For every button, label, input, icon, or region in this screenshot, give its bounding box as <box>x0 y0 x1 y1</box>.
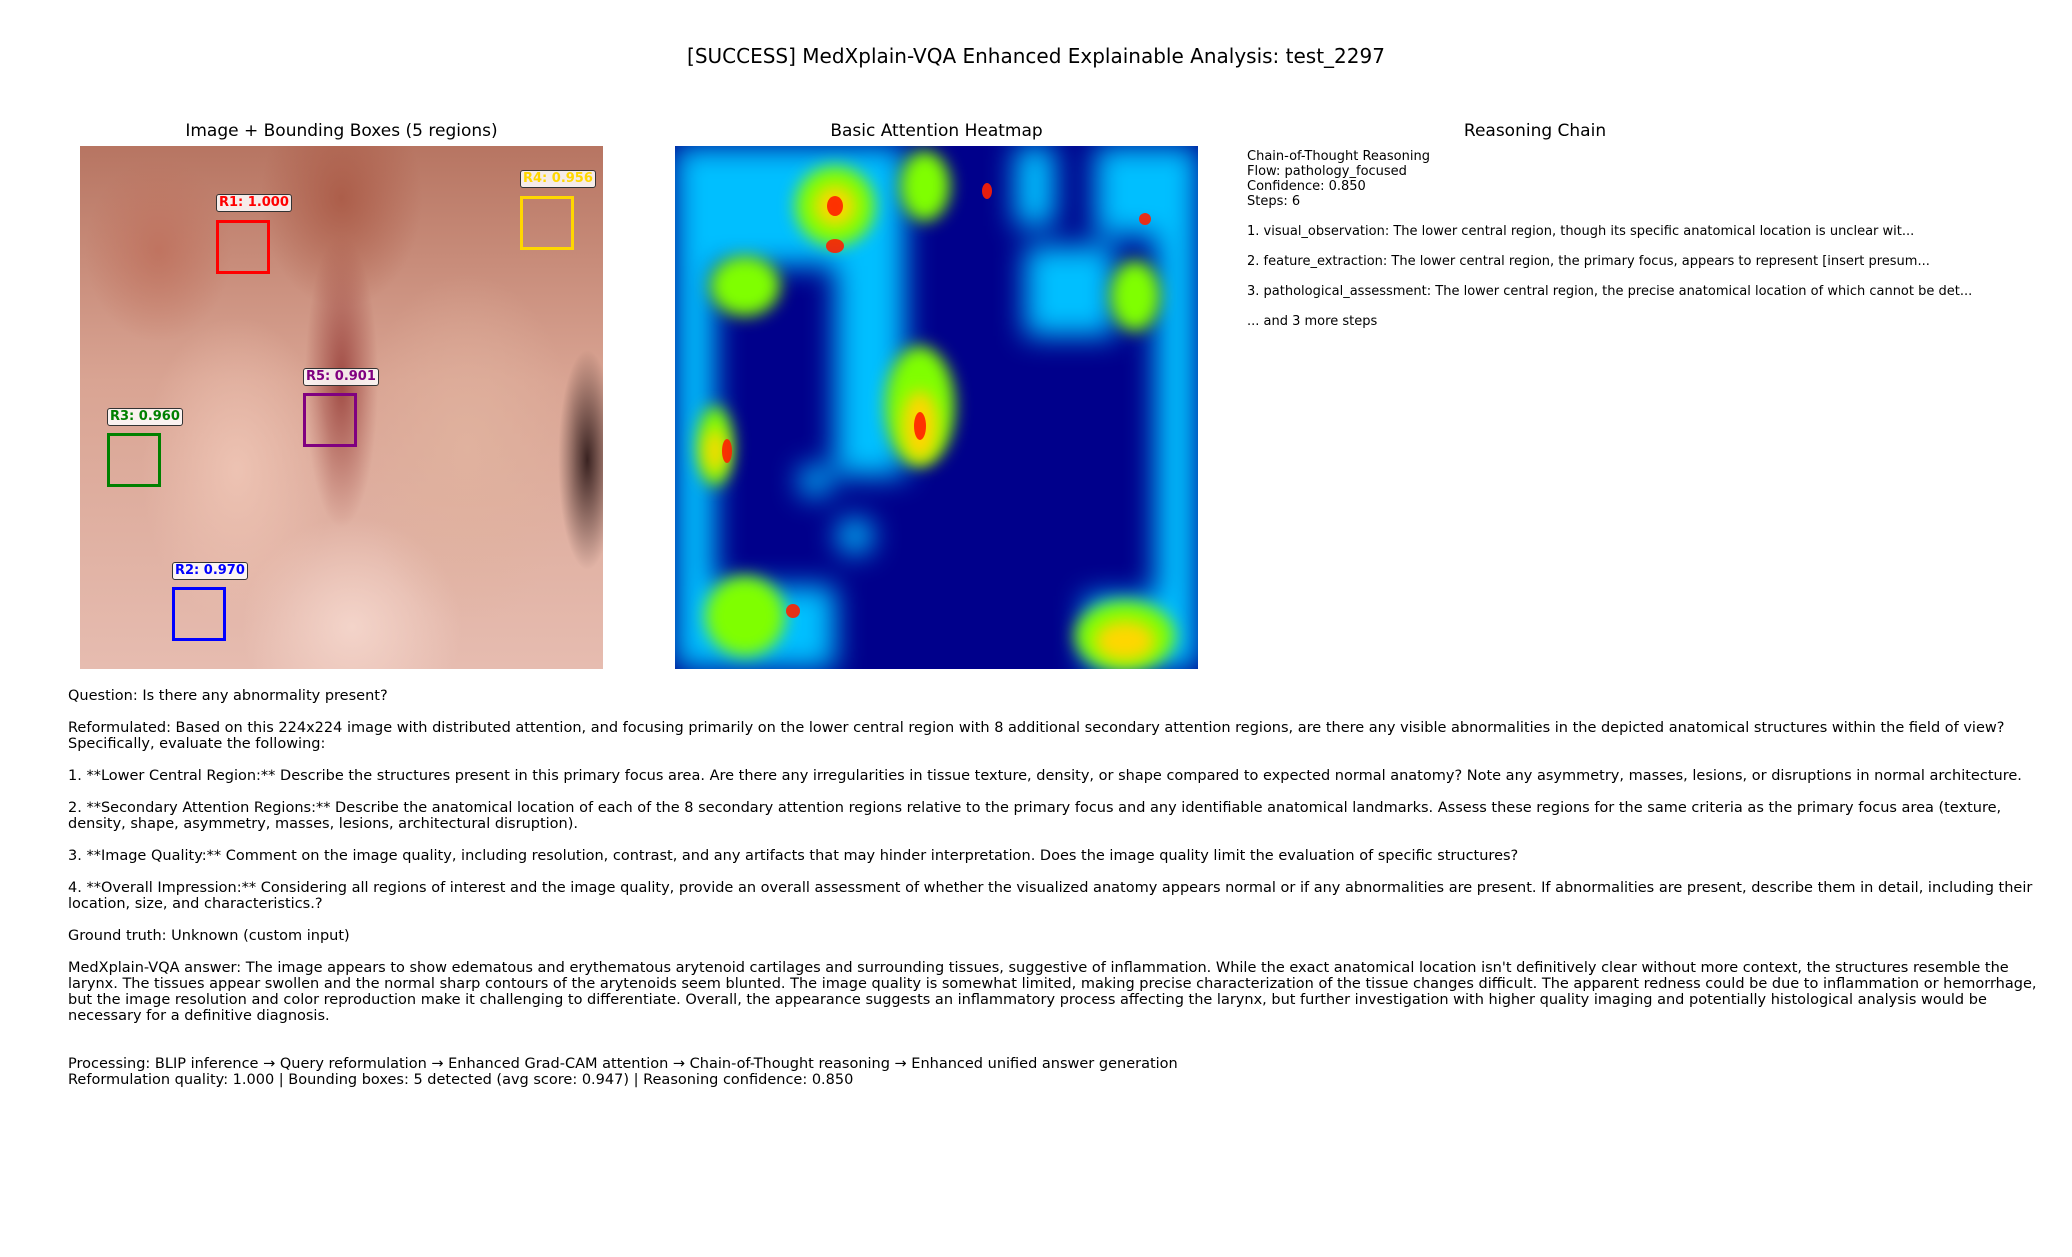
reasoning-more: ... and 3 more steps <box>1247 314 1378 329</box>
reasoning-flow: Flow: pathology_focused <box>1247 164 1407 179</box>
reasoning-steps: Steps: 6 <box>1247 194 1301 209</box>
point-4-text: 4. **Overall Impression:** Considering a… <box>68 880 2033 912</box>
answer-text: MedXplain-VQA answer: The image appears … <box>68 960 2037 1024</box>
heatmap-panel-title: Basic Attention Heatmap <box>830 121 1043 141</box>
bbox-r2 <box>172 587 226 641</box>
quality-text: Reformulation quality: 1.000 | Bounding … <box>68 1072 854 1088</box>
point-2-text: 2. **Secondary Attention Regions:** Desc… <box>68 800 2002 832</box>
bbox-r5 <box>303 393 357 447</box>
question-text: Question: Is there any abnormality prese… <box>68 688 388 704</box>
bbox-r4 <box>520 196 574 250</box>
bbox-r1-label: R1: 1.000 <box>216 194 292 212</box>
reasoning-step-2: 2. feature_extraction: The lower central… <box>1247 254 1930 269</box>
medical-image: R1: 1.000 R4: 0.956 R5: 0.901 R3: 0.960 … <box>80 146 603 669</box>
reasoning-step-1: 1. visual_observation: The lower central… <box>1247 224 1915 239</box>
reasoning-header: Chain-of-Thought Reasoning <box>1247 149 1430 164</box>
bbox-r5-label: R5: 0.901 <box>303 368 379 386</box>
point-1-text: 1. **Lower Central Region:** Describe th… <box>68 768 2022 784</box>
figure-title: [SUCCESS] MedXplain-VQA Enhanced Explain… <box>687 44 1385 68</box>
reasoning-chain: Chain-of-Thought Reasoning Flow: patholo… <box>1247 149 2047 329</box>
ground-truth-text: Ground truth: Unknown (custom input) <box>68 928 350 944</box>
bbox-r1 <box>216 220 270 274</box>
image-panel-title: Image + Bounding Boxes (5 regions) <box>185 121 498 141</box>
analysis-text: Question: Is there any abnormality prese… <box>68 688 2058 1088</box>
reasoning-confidence: Confidence: 0.850 <box>1247 179 1366 194</box>
bbox-r3 <box>107 433 161 487</box>
reasoning-panel-title: Reasoning Chain <box>1463 121 1607 141</box>
processing-text: Processing: BLIP inference → Query refor… <box>68 1056 1178 1072</box>
reformulated-text: Reformulated: Based on this 224x224 imag… <box>68 720 2005 752</box>
heatmap-svg <box>675 146 1198 669</box>
bbox-r2-label: R2: 0.970 <box>172 562 248 580</box>
bbox-r4-label: R4: 0.956 <box>520 170 596 188</box>
reasoning-step-3: 3. pathological_assessment: The lower ce… <box>1247 284 1973 299</box>
attention-heatmap <box>675 146 1198 669</box>
point-3-text: 3. **Image Quality:** Comment on the ima… <box>68 848 1519 864</box>
bbox-r3-label: R3: 0.960 <box>107 408 183 426</box>
